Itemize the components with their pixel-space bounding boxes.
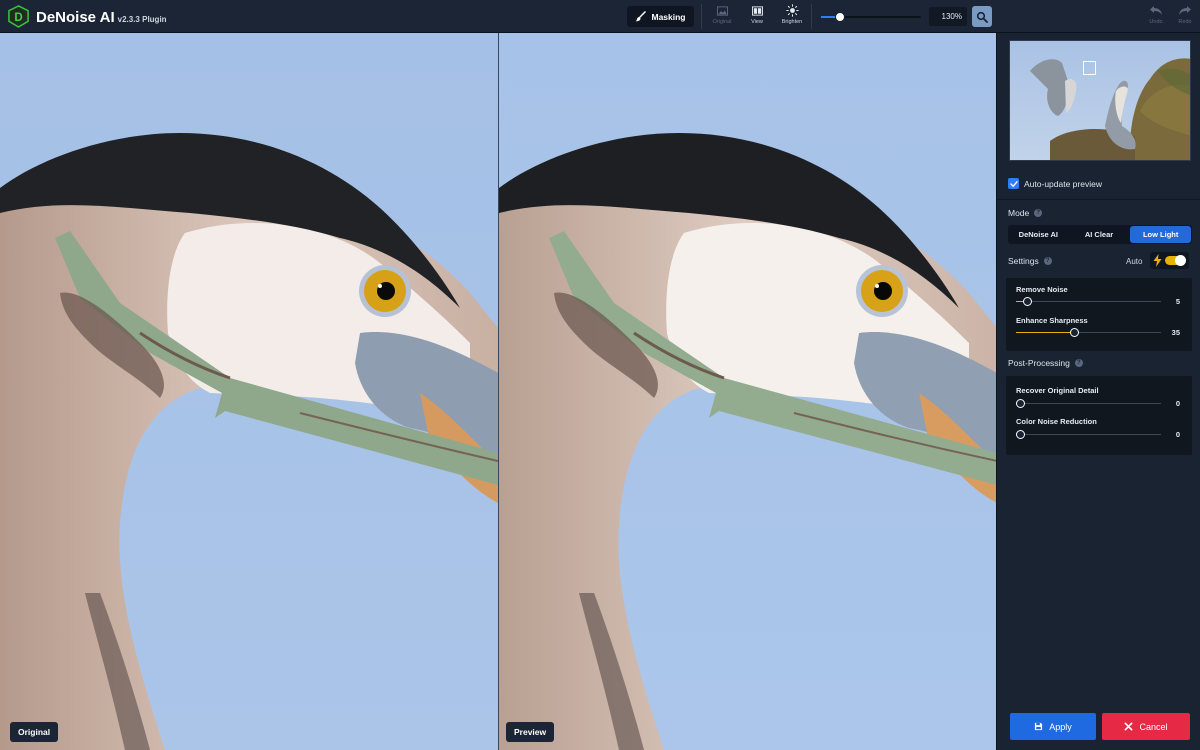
- view-mode-button[interactable]: View: [737, 4, 777, 30]
- navigator-thumbnail[interactable]: [1009, 40, 1191, 161]
- apply-label: Apply: [1049, 721, 1072, 732]
- enhance-sharpness-slider[interactable]: [1016, 328, 1161, 337]
- settings-panel: Auto-update preview Mode ? DeNoise AI AI…: [996, 33, 1200, 750]
- zoom-slider-handle[interactable]: [835, 12, 845, 22]
- mode-ai-clear[interactable]: AI Clear: [1069, 225, 1130, 244]
- denoise-logo-icon: D: [8, 5, 29, 28]
- x-icon: [1125, 722, 1133, 731]
- remove-noise-handle[interactable]: [1023, 297, 1033, 306]
- enhance-sharpness-label: Enhance Sharpness: [1016, 316, 1088, 325]
- split-view-icon: [751, 5, 763, 16]
- masking-label: Masking: [651, 11, 686, 22]
- mode-selector[interactable]: DeNoise AI AI Clear Low Light: [1008, 225, 1192, 244]
- cancel-label: Cancel: [1139, 721, 1168, 732]
- original-pane[interactable]: Original: [0, 33, 498, 750]
- auto-update-label: Auto-update preview: [1024, 178, 1102, 189]
- mode-heading: Mode: [1008, 208, 1030, 218]
- app-version: v2.3.3 Plugin: [117, 15, 167, 24]
- color-noise-handle[interactable]: [1016, 430, 1025, 439]
- settings-heading-row: Settings ?: [1008, 256, 1118, 266]
- post-processing-help-icon[interactable]: ?: [1074, 359, 1083, 367]
- settings-help-icon[interactable]: ?: [1043, 257, 1052, 265]
- heron-photo-preview: [499, 33, 996, 750]
- mode-help-icon[interactable]: ?: [1034, 209, 1043, 217]
- brighten-button[interactable]: Brighten: [772, 4, 812, 30]
- undo-arrow-icon: [1150, 6, 1162, 15]
- top-toolbar: D DeNoise AI v2.3.3 Plugin Masking Origin…: [0, 0, 1200, 33]
- preview-label: Preview: [506, 722, 555, 742]
- enhance-sharpness-value[interactable]: 35: [1172, 328, 1180, 337]
- recover-detail-handle[interactable]: [1016, 399, 1025, 408]
- cancel-button[interactable]: Cancel: [1102, 713, 1190, 740]
- apply-button[interactable]: Apply: [1010, 713, 1096, 740]
- zoom-button[interactable]: [972, 6, 992, 27]
- auto-label: Auto: [1126, 257, 1143, 266]
- navigator-image: [1010, 41, 1190, 160]
- recover-detail-slider[interactable]: [1016, 399, 1161, 408]
- original-label: Original: [10, 722, 59, 742]
- masking-button[interactable]: Masking: [627, 6, 694, 27]
- enhance-sharpness-handle[interactable]: [1069, 328, 1079, 337]
- magnifier-icon: [976, 11, 988, 23]
- image-icon: [716, 5, 728, 16]
- remove-noise-fill: [1016, 301, 1024, 302]
- color-noise-label: Color Noise Reduction: [1016, 417, 1097, 426]
- redo-label: Redo: [1178, 19, 1192, 25]
- sun-icon: [785, 4, 799, 17]
- redo-arrow-icon: [1179, 6, 1191, 15]
- remove-noise-value[interactable]: 5: [1176, 297, 1180, 306]
- image-canvas[interactable]: Original Preview: [0, 33, 996, 750]
- original-view-button[interactable]: Original: [702, 4, 742, 30]
- checkmark-icon: [1009, 180, 1018, 187]
- remove-noise-slider[interactable]: [1016, 297, 1161, 306]
- brighten-label: Brighten: [781, 19, 803, 25]
- lightning-icon: [1153, 254, 1162, 267]
- post-processing-sliders: Recover Original Detail 0 Color Noise Re…: [1006, 376, 1192, 455]
- color-noise-slider[interactable]: [1016, 430, 1161, 439]
- settings-sliders: Remove Noise 5 Enhance Sharpness 35: [1006, 278, 1192, 351]
- save-icon: [1035, 722, 1043, 731]
- zoom-slider[interactable]: [821, 12, 921, 22]
- undo-label: Undo: [1149, 19, 1163, 25]
- auto-toggle[interactable]: [1150, 252, 1189, 269]
- view-mode-label: View: [751, 19, 763, 25]
- mode-low-light[interactable]: Low Light: [1130, 226, 1192, 243]
- post-processing-heading: Post-Processing: [1008, 358, 1070, 368]
- brush-icon: [635, 11, 647, 22]
- settings-heading: Settings: [1008, 256, 1039, 266]
- app-name: DeNoise AI: [36, 9, 115, 26]
- mode-heading-row: Mode ?: [1008, 208, 1192, 218]
- recover-detail-label: Recover Original Detail: [1016, 386, 1099, 395]
- section-divider: [997, 199, 1200, 200]
- post-processing-heading-row: Post-Processing ?: [1008, 358, 1192, 368]
- recover-detail-value[interactable]: 0: [1176, 399, 1180, 408]
- remove-noise-label: Remove Noise: [1016, 285, 1068, 294]
- mode-denoise-ai[interactable]: DeNoise AI: [1008, 225, 1069, 244]
- toolbar-separator: [811, 4, 812, 29]
- app-title: DeNoise AI v2.3.3 Plugin: [36, 9, 167, 26]
- svg-text:D: D: [14, 12, 22, 24]
- original-view-label: Original: [712, 19, 732, 25]
- color-noise-value[interactable]: 0: [1176, 430, 1180, 439]
- preview-pane[interactable]: Preview: [499, 33, 996, 750]
- zoom-value-field[interactable]: 130%: [929, 7, 967, 26]
- auto-update-checkbox[interactable]: [1008, 178, 1019, 189]
- auto-toggle-knob: [1175, 255, 1186, 266]
- auto-update-row[interactable]: Auto-update preview: [1008, 178, 1192, 189]
- enhance-sharpness-fill: [1016, 332, 1070, 333]
- heron-photo-original: [0, 33, 498, 750]
- redo-button[interactable]: Redo: [1165, 4, 1200, 30]
- navigator-viewport-rect[interactable]: [1083, 61, 1096, 75]
